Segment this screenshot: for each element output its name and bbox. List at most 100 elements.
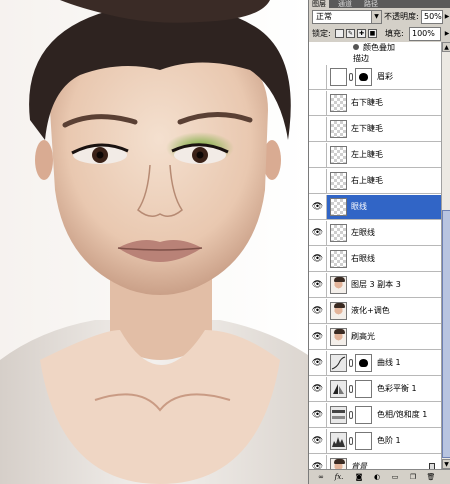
layer-name: 色阶 1 xyxy=(377,436,401,445)
layer-thumbnail xyxy=(330,146,347,164)
layer-thumbnail xyxy=(330,120,347,138)
layers-list: 颜色叠加 描边 眉彩 右下睫毛 左下睫毛 左上睫毛 右上睫毛 👁 眼线 👁 左眼… xyxy=(309,42,441,469)
blend-mode-value: 正常 xyxy=(316,12,332,21)
fill-input[interactable]: 100% xyxy=(409,27,441,41)
layer-name: 眼线 xyxy=(351,202,367,211)
layer-row[interactable]: 左上睫毛 xyxy=(309,143,441,168)
eye-icon[interactable]: 👁 xyxy=(309,273,327,297)
eye-icon[interactable]: 👁 xyxy=(309,403,327,427)
fill-arrow-icon[interactable]: ▶ xyxy=(443,27,450,41)
layer-row[interactable]: 👁 曲线 1 xyxy=(309,351,441,376)
folder-icon[interactable]: ▭ xyxy=(389,472,401,483)
eye-icon[interactable]: 👁 xyxy=(309,325,327,349)
layer-name: 液化+调色 xyxy=(351,306,390,315)
layers-panel-toolbar: ∞ fx. ◙ ◐ ▭ ❐ 🗑 xyxy=(309,469,450,484)
lock-position-icon[interactable]: ✚ xyxy=(357,29,366,38)
layer-row[interactable]: 眉彩 xyxy=(309,65,441,90)
layer-row-background[interactable]: 👁 背景 xyxy=(309,455,441,469)
layers-panel: 图层 通道 路径 正常 ▼ 不透明度: 50% ▶ 锁定: ✎ ✚ ■ 填充: … xyxy=(308,0,450,484)
layer-mask-thumbnail[interactable] xyxy=(355,354,372,372)
layer-row[interactable]: 👁 色相/饱和度 1 xyxy=(309,403,441,428)
eye-icon[interactable]: 👁 xyxy=(309,429,327,453)
layer-name: 色彩平衡 1 xyxy=(377,384,417,393)
effect-icon xyxy=(353,44,359,50)
layer-mask-thumbnail[interactable] xyxy=(355,68,372,86)
eye-icon[interactable]: 👁 xyxy=(309,455,327,469)
eye-icon[interactable]: 👁 xyxy=(309,247,327,271)
layer-row[interactable]: 👁 右眼线 xyxy=(309,247,441,272)
eye-icon[interactable]: 👁 xyxy=(309,377,327,401)
chain-link-icon[interactable] xyxy=(349,385,353,393)
layer-name: 右眼线 xyxy=(351,254,375,263)
layer-mask-thumbnail[interactable] xyxy=(355,406,372,424)
visibility-toggle[interactable] xyxy=(309,117,327,141)
trash-icon[interactable]: 🗑 xyxy=(425,472,437,483)
opacity-arrow-icon[interactable]: ▶ xyxy=(443,10,450,24)
tab-paths[interactable]: 路径 xyxy=(361,0,381,8)
tab-layers[interactable]: 图层 xyxy=(309,0,329,8)
visibility-toggle[interactable] xyxy=(309,91,327,115)
fill-label: 填充: xyxy=(385,29,404,38)
layer-thumbnail xyxy=(330,94,347,112)
adjustment-icon[interactable]: ◐ xyxy=(371,472,383,483)
new-layer-icon[interactable]: ❐ xyxy=(407,472,419,483)
layer-thumbnail xyxy=(330,302,347,320)
eye-icon[interactable]: 👁 xyxy=(309,299,327,323)
eye-icon[interactable]: 👁 xyxy=(309,351,327,375)
scrollbar-thumb[interactable] xyxy=(442,210,450,458)
layer-thumbnail xyxy=(330,276,347,294)
layer-row[interactable]: 左下睫毛 xyxy=(309,117,441,142)
layer-thumbnail xyxy=(330,250,347,268)
chevron-down-icon[interactable]: ▼ xyxy=(371,11,381,23)
levels-adjustment-icon xyxy=(330,432,347,450)
scroll-down-icon[interactable]: ▼ xyxy=(442,459,450,469)
hue-saturation-adjustment-icon xyxy=(330,406,347,424)
layer-name: 图层 3 副本 3 xyxy=(351,280,401,289)
effect-label: 描边 xyxy=(353,54,369,63)
layer-name: 曲线 1 xyxy=(377,358,401,367)
effect-stroke[interactable]: 描边 xyxy=(309,53,441,65)
lock-image-icon[interactable]: ✎ xyxy=(346,29,355,38)
tab-channels[interactable]: 通道 xyxy=(335,0,355,8)
lock-transparent-icon[interactable] xyxy=(335,29,344,38)
layer-name: 左上睫毛 xyxy=(351,150,383,159)
layer-mask-thumbnail[interactable] xyxy=(355,380,372,398)
visibility-toggle[interactable] xyxy=(309,65,327,89)
scroll-up-icon[interactable]: ▲ xyxy=(442,42,450,52)
layer-row[interactable]: 右下睫毛 xyxy=(309,91,441,116)
mask-icon[interactable]: ◙ xyxy=(353,472,365,483)
layer-mask-thumbnail[interactable] xyxy=(355,432,372,450)
chain-link-icon[interactable] xyxy=(349,359,353,367)
eye-icon[interactable]: 👁 xyxy=(309,221,327,245)
layers-scrollbar[interactable]: ▲ ▼ xyxy=(441,42,450,469)
lock-all-icon[interactable]: ■ xyxy=(368,29,377,38)
layer-thumbnail xyxy=(330,68,347,86)
layer-row[interactable]: 👁 图层 3 副本 3 xyxy=(309,273,441,298)
blend-mode-select[interactable]: 正常 ▼ xyxy=(312,10,382,24)
layer-name: 色相/饱和度 1 xyxy=(377,410,428,419)
visibility-toggle[interactable] xyxy=(309,169,327,193)
opacity-label: 不透明度: xyxy=(384,12,419,21)
layer-row-selected[interactable]: 👁 眼线 xyxy=(309,195,441,220)
curves-adjustment-icon xyxy=(330,354,347,372)
layer-row[interactable]: 👁 左眼线 xyxy=(309,221,441,246)
layer-name: 左下睫毛 xyxy=(351,124,383,133)
chain-link-icon[interactable] xyxy=(349,411,353,419)
chain-link-icon[interactable] xyxy=(349,73,353,81)
chain-link-icon[interactable] xyxy=(349,437,353,445)
document-canvas[interactable] xyxy=(0,0,308,484)
color-balance-adjustment-icon xyxy=(330,380,347,398)
opacity-input[interactable]: 50% xyxy=(421,10,443,24)
layer-thumbnail xyxy=(330,198,347,216)
layer-row[interactable]: 👁 刷高光 xyxy=(309,325,441,350)
visibility-toggle[interactable] xyxy=(309,143,327,167)
layer-row[interactable]: 右上睫毛 xyxy=(309,169,441,194)
fx-icon[interactable]: fx. xyxy=(333,472,345,483)
link-icon[interactable]: ∞ xyxy=(315,472,327,483)
layer-row[interactable]: 👁 液化+调色 xyxy=(309,299,441,324)
eye-icon[interactable]: 👁 xyxy=(309,195,327,219)
layer-name: 右下睫毛 xyxy=(351,98,383,107)
panel-tabs: 图层 通道 路径 xyxy=(309,0,450,8)
layer-row[interactable]: 👁 色彩平衡 1 xyxy=(309,377,441,402)
layer-row[interactable]: 👁 色阶 1 xyxy=(309,429,441,454)
